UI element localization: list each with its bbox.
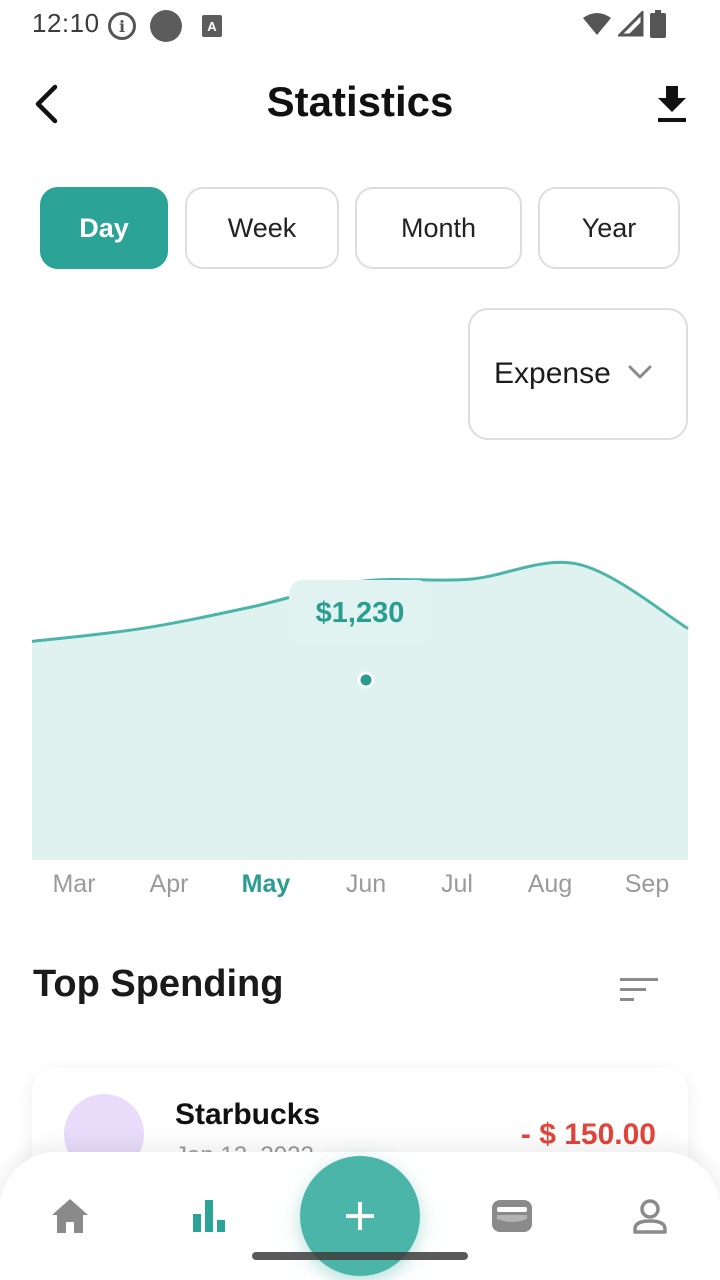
- notification-dot-icon: [150, 10, 182, 42]
- download-button[interactable]: [652, 82, 692, 126]
- tab-month[interactable]: Month: [355, 187, 522, 269]
- gesture-bar: [252, 1252, 468, 1260]
- tab-year[interactable]: Year: [538, 187, 680, 269]
- info-icon: i: [108, 12, 136, 40]
- x-tick-label[interactable]: Jul: [441, 870, 473, 898]
- status-bar: 12:10 i A: [0, 0, 720, 48]
- x-tick-label[interactable]: May: [242, 870, 291, 898]
- x-tick-label[interactable]: Aug: [528, 870, 572, 898]
- page-title: Statistics: [266, 78, 454, 125]
- nav-wallet[interactable]: [488, 1192, 536, 1240]
- transaction-amount: - $ 150.00: [520, 1118, 656, 1151]
- tab-day[interactable]: Day: [40, 187, 168, 269]
- plus-icon: [346, 1202, 374, 1230]
- nav-home[interactable]: [46, 1192, 94, 1240]
- nav-profile[interactable]: [626, 1192, 674, 1240]
- type-dropdown-value: Expense: [494, 357, 611, 390]
- keyboard-a-icon: A: [202, 15, 222, 37]
- download-icon: [658, 86, 686, 122]
- type-dropdown[interactable]: Expense: [468, 308, 688, 440]
- merchant-name: Starbucks: [175, 1098, 321, 1131]
- chart-selected-point[interactable]: [357, 671, 375, 689]
- profile-icon: [633, 1199, 667, 1234]
- x-tick-label[interactable]: Apr: [150, 870, 189, 898]
- top-spending-title: Top Spending: [33, 963, 284, 1005]
- sort-button[interactable]: [620, 976, 660, 1004]
- x-tick-label[interactable]: Mar: [52, 870, 95, 898]
- status-time: 12:10: [32, 8, 100, 38]
- x-tick-label[interactable]: Jun: [346, 870, 386, 898]
- wifi-icon: [583, 13, 611, 35]
- x-tick-label[interactable]: Sep: [625, 870, 669, 898]
- signal-icon: [618, 11, 644, 37]
- sort-icon: [620, 978, 658, 1001]
- chevron-down-icon: [628, 365, 652, 379]
- battery-icon: [650, 10, 666, 38]
- stats-icon: [193, 1200, 225, 1232]
- tab-week[interactable]: Week: [185, 187, 339, 269]
- home-icon: [52, 1199, 88, 1233]
- chart-tooltip: $1,230: [289, 580, 431, 646]
- header: Statistics: [0, 60, 720, 146]
- nav-statistics[interactable]: [185, 1192, 233, 1240]
- wallet-icon: [492, 1200, 532, 1232]
